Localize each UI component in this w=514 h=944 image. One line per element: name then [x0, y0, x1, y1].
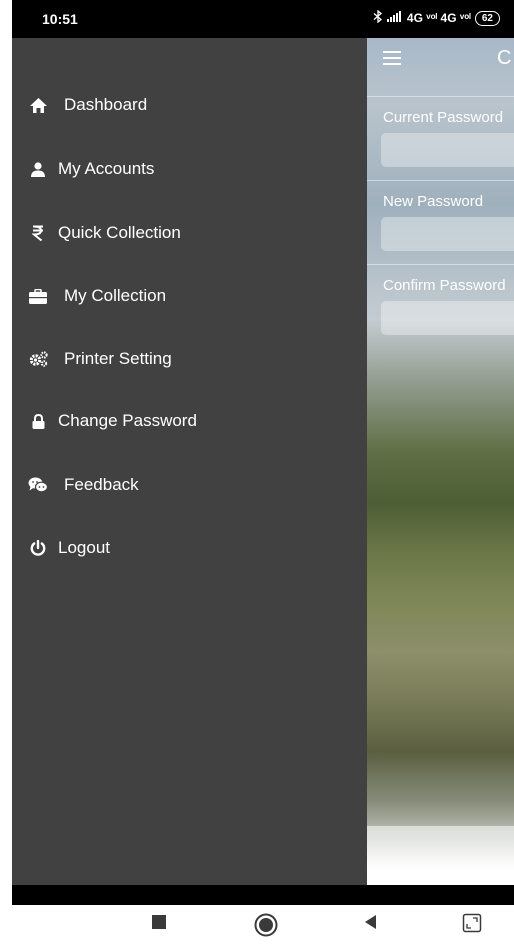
bottom-card: [367, 826, 514, 866]
power-icon: [28, 540, 48, 556]
confirm-password-input[interactable]: [381, 301, 514, 335]
drawer-item-dashboard[interactable]: Dashboard: [12, 85, 147, 125]
new-password-label: New Password: [383, 193, 484, 210]
network-text: 4G ᵛᵒˡ 4G ᵛᵒˡ: [406, 11, 471, 25]
rupee-icon: [28, 225, 48, 241]
status-bar: 10:51 4G ᵛᵒˡ 4G ᵛᵒˡ 62: [12, 0, 514, 38]
battery-icon: 62: [474, 10, 500, 26]
drawer-item-label: My Accounts: [58, 159, 155, 178]
drawer-item-quick-collection[interactable]: Quick Collection: [12, 213, 181, 253]
drawer-item-printer-setting[interactable]: Printer Setting: [12, 339, 172, 379]
page-title: C: [497, 46, 512, 69]
drawer-item-label: Quick Collection: [58, 223, 181, 242]
confirm-password-label: Confirm Password: [383, 277, 506, 294]
drawer-item-label: Printer Setting: [64, 349, 172, 368]
battery-level: 62: [481, 12, 493, 24]
current-password-input[interactable]: [381, 133, 514, 167]
current-password-label: Current Password: [383, 109, 504, 126]
user-icon: [28, 161, 48, 177]
change-password-page: C Current Password New Password Confirm …: [367, 38, 514, 868]
drawer-item-label: Dashboard: [64, 95, 148, 114]
status-time: 10:51: [42, 11, 78, 27]
back-button[interactable]: [362, 913, 380, 936]
drawer-item-label: My Collection: [64, 286, 167, 305]
home-icon: [28, 97, 48, 113]
page-toolbar: C: [367, 38, 514, 78]
drawer-item-my-collection[interactable]: My Collection: [12, 276, 166, 316]
circle-icon: [254, 913, 278, 942]
navigation-drawer: Dashboard My Accounts Quick Collection M…: [12, 38, 367, 885]
back-triangle-icon: [362, 913, 380, 936]
home-button[interactable]: [254, 913, 278, 942]
current-password-field: Current Password: [367, 96, 514, 180]
gears-icon: [28, 351, 48, 367]
confirm-password-field: Confirm Password: [367, 264, 514, 348]
status-icons: 4G ᵛᵒˡ 4G ᵛᵒˡ 62: [373, 9, 500, 26]
hamburger-menu-icon[interactable]: [383, 51, 401, 65]
new-password-input[interactable]: [381, 217, 514, 251]
square-icon: [150, 913, 168, 936]
drawer-item-change-password[interactable]: Change Password: [12, 401, 197, 441]
drawer-item-logout[interactable]: Logout: [12, 528, 110, 568]
drawer-item-label: Feedback: [64, 475, 139, 494]
expand-button[interactable]: [462, 913, 482, 938]
drawer-item-label: Logout: [58, 538, 110, 557]
drawer-item-label: Change Password: [58, 411, 197, 430]
bottom-strip: [12, 885, 514, 905]
bluetooth-icon: [373, 9, 383, 26]
briefcase-icon: [28, 288, 48, 304]
signal-icon: [386, 11, 403, 25]
lock-icon: [28, 413, 48, 429]
recents-button[interactable]: [150, 913, 168, 936]
new-password-field: New Password: [367, 180, 514, 264]
system-nav-bar: [0, 905, 514, 944]
chat-icon: [28, 477, 48, 493]
expand-icon: [462, 913, 482, 938]
drawer-item-feedback[interactable]: Feedback: [12, 465, 139, 505]
drawer-item-my-accounts[interactable]: My Accounts: [12, 149, 154, 189]
